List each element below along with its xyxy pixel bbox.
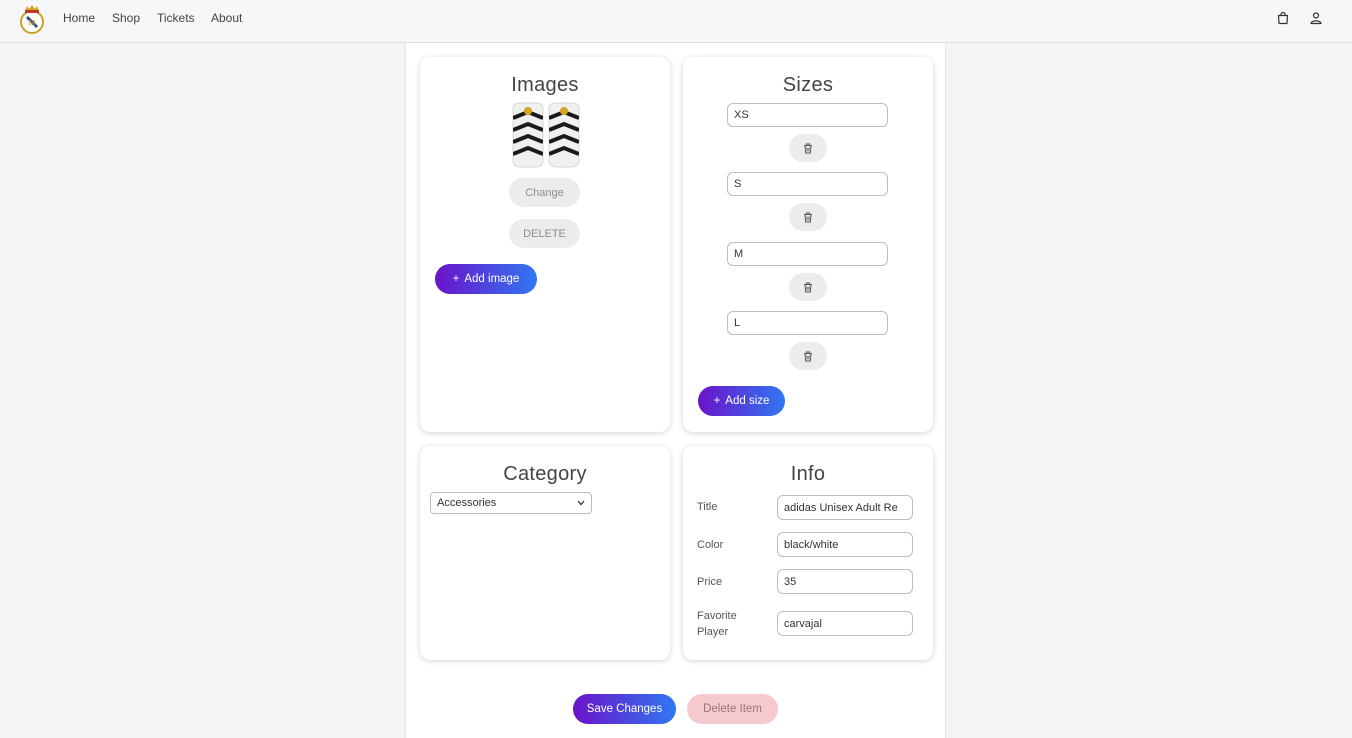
color-input[interactable] (777, 532, 913, 557)
club-crest-logo[interactable]: M (19, 3, 45, 35)
trash-icon (804, 212, 812, 222)
size-input-l[interactable] (727, 311, 888, 335)
add-size-label: Add size (725, 395, 770, 407)
info-card-title: Info (790, 463, 826, 485)
delete-size-button[interactable] (789, 134, 827, 162)
favorite-player-input[interactable] (777, 611, 913, 636)
trash-icon (804, 351, 812, 361)
product-image-shin-guards (512, 102, 580, 168)
size-input-s[interactable] (727, 172, 888, 196)
size-input-m[interactable] (727, 242, 888, 266)
delete-size-button[interactable] (789, 203, 827, 231)
add-image-label: Add image (464, 273, 520, 285)
chevron-down-icon (577, 500, 585, 506)
category-card-title: Category (503, 463, 587, 485)
images-card-title: Images (511, 74, 579, 96)
sizes-card: Sizes + Add size (683, 57, 933, 432)
nav-link-about[interactable]: About (211, 11, 242, 25)
nav-link-home[interactable]: Home (63, 11, 95, 25)
title-input[interactable] (777, 495, 913, 520)
price-label: Price (697, 576, 723, 588)
category-card: Category Accessories (420, 446, 670, 660)
plus-icon: + (452, 273, 460, 285)
delete-size-button[interactable] (789, 342, 827, 370)
nav-link-tickets[interactable]: Tickets (157, 11, 195, 25)
delete-item-button[interactable]: Delete Item (687, 694, 778, 724)
trash-icon (804, 143, 812, 153)
change-image-button[interactable]: Change (509, 178, 580, 207)
shopping-bag-icon[interactable] (1276, 11, 1290, 25)
favorite-player-label: Favorite Player (697, 610, 737, 638)
edit-item-panel: Images Change DELETE + Add image Sizes X… (405, 43, 946, 738)
delete-image-button[interactable]: DELETE (509, 219, 580, 248)
nav-link-shop[interactable]: Shop (112, 11, 140, 25)
title-label: Title (697, 501, 718, 513)
svg-text:M: M (29, 19, 36, 28)
top-navbar: M Home Shop Tickets About (0, 0, 1352, 43)
delete-size-button[interactable] (789, 273, 827, 301)
price-input[interactable] (777, 569, 913, 594)
trash-icon (804, 282, 812, 292)
images-card: Images Change DELETE + Add image (420, 57, 670, 432)
category-select[interactable]: Accessories (430, 492, 592, 514)
plus-icon: + (713, 395, 721, 407)
save-changes-button[interactable]: Save Changes (573, 694, 676, 724)
sizes-card-title: Sizes (782, 74, 834, 96)
user-icon[interactable] (1309, 11, 1323, 25)
size-input-xs[interactable] (727, 103, 888, 127)
add-size-button[interactable]: + Add size (698, 386, 785, 416)
color-label: Color (697, 539, 724, 551)
info-card: Info Title Color Price Favorite Player (683, 446, 933, 660)
add-image-button[interactable]: + Add image (435, 264, 537, 294)
category-select-value: Accessories (437, 497, 497, 509)
